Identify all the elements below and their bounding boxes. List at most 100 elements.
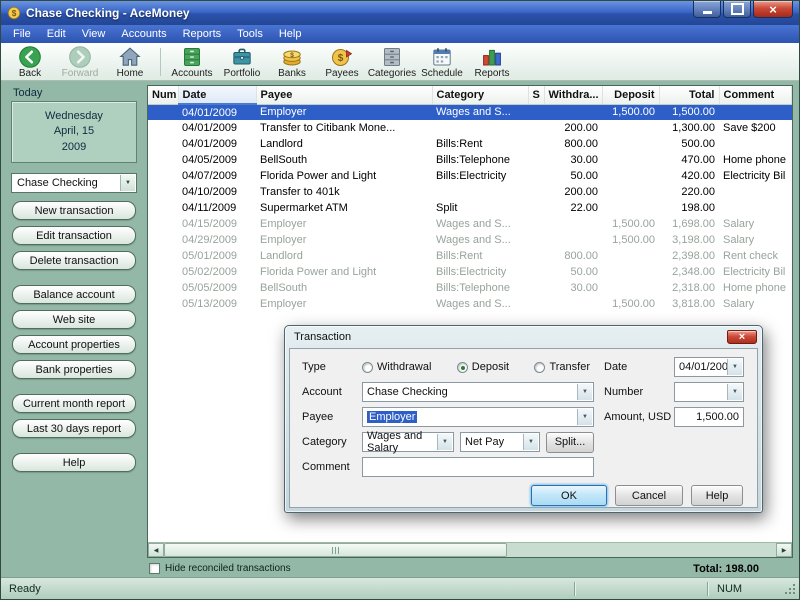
split-button[interactable]: Split...: [546, 432, 594, 453]
toolbar-categories[interactable]: Categories: [367, 44, 417, 80]
table-row[interactable]: 04/11/2009 Supermarket ATM Split 22.00 1…: [148, 200, 792, 216]
amount-input[interactable]: 1,500.00: [674, 407, 744, 427]
sidebar-button-bank-properties[interactable]: Bank properties: [12, 360, 136, 379]
table-row[interactable]: 04/01/2009 Employer Wages and S... 1,500…: [148, 104, 792, 120]
column-header-date[interactable]: Date: [178, 86, 256, 104]
menu-help[interactable]: Help: [271, 27, 310, 41]
cell-status: [528, 152, 544, 168]
table-row[interactable]: 05/13/2009 Employer Wages and S... 1,500…: [148, 296, 792, 312]
table-row[interactable]: 04/07/2009 Florida Power and Light Bills…: [148, 168, 792, 184]
minimize-button[interactable]: [693, 1, 721, 18]
table-row[interactable]: 05/02/2009 Florida Power and Light Bills…: [148, 264, 792, 280]
subcategory-combo[interactable]: Net Pay: [460, 432, 540, 452]
table-row[interactable]: 05/05/2009 BellSouth Bills:Telephone 30.…: [148, 280, 792, 296]
sidebar-button-account-properties[interactable]: Account properties: [12, 335, 136, 354]
menu-file[interactable]: File: [5, 27, 39, 41]
scrollbar-thumb[interactable]: [164, 543, 507, 557]
chevron-down-icon[interactable]: [727, 359, 742, 375]
today-weekday: Wednesday: [16, 109, 132, 124]
toolbar-back[interactable]: Back: [5, 44, 55, 80]
comment-input[interactable]: [362, 457, 594, 477]
scrollbar-track[interactable]: [164, 543, 776, 557]
cell-category: Wages and S...: [432, 232, 528, 248]
cell-total: 1,500.00: [659, 104, 719, 120]
table-row[interactable]: 04/10/2009 Transfer to 401k 200.00 220.0…: [148, 184, 792, 200]
sidebar-button-last-30-days-report[interactable]: Last 30 days report: [12, 419, 136, 438]
cell-category: Bills:Telephone: [432, 152, 528, 168]
account-selector[interactable]: Chase Checking: [11, 173, 137, 193]
dialog-title-bar[interactable]: Transaction: [285, 326, 762, 346]
column-header-comment[interactable]: Comment: [719, 86, 792, 104]
cell-withdrawal: 22.00: [544, 200, 602, 216]
resize-grip[interactable]: [781, 580, 799, 598]
radio-deposit[interactable]: Deposit: [457, 361, 509, 373]
column-header-withdrawal[interactable]: Withdra...: [544, 86, 602, 104]
cell-total: 2,398.00: [659, 248, 719, 264]
column-header-num[interactable]: Num: [148, 86, 178, 104]
chevron-down-icon[interactable]: [727, 384, 742, 400]
cell-payee: Florida Power and Light: [256, 264, 432, 280]
toolbar-home[interactable]: Home: [105, 44, 155, 80]
toolbar-portfolio[interactable]: Portfolio: [217, 44, 267, 80]
table-row[interactable]: 05/01/2009 Landlord Bills:Rent 800.00 2,…: [148, 248, 792, 264]
cell-withdrawal: 50.00: [544, 168, 602, 184]
radio-withdrawal[interactable]: Withdrawal: [362, 361, 431, 373]
menu-accounts[interactable]: Accounts: [113, 27, 174, 41]
sidebar-button-current-month-report[interactable]: Current month report: [12, 394, 136, 413]
toolbar-reports[interactable]: Reports: [467, 44, 517, 80]
hide-reconciled-checkbox[interactable]: [149, 563, 160, 574]
ok-button[interactable]: OK: [531, 485, 607, 506]
number-combo[interactable]: [674, 382, 744, 402]
table-row[interactable]: 04/05/2009 BellSouth Bills:Telephone 30.…: [148, 152, 792, 168]
column-header-category[interactable]: Category: [432, 86, 528, 104]
title-bar[interactable]: $ Chase Checking - AceMoney: [1, 1, 799, 25]
sidebar-button-help[interactable]: Help: [12, 453, 136, 472]
cell-status: [528, 280, 544, 296]
menu-tools[interactable]: Tools: [229, 27, 271, 41]
chevron-down-icon[interactable]: [577, 384, 592, 400]
table-row[interactable]: 04/01/2009 Transfer to Citibank Mone... …: [148, 120, 792, 136]
cell-withdrawal: 30.00: [544, 152, 602, 168]
toolbar-schedule[interactable]: Schedule: [417, 44, 467, 80]
payee-label: Payee: [302, 411, 362, 423]
cell-status: [528, 248, 544, 264]
cancel-button[interactable]: Cancel: [615, 485, 683, 506]
scroll-left-button[interactable]: [148, 543, 164, 557]
table-row[interactable]: 04/01/2009 Landlord Bills:Rent 800.00 50…: [148, 136, 792, 152]
toolbar-payees[interactable]: $ Payees: [317, 44, 367, 80]
menu-view[interactable]: View: [74, 27, 114, 41]
account-combo[interactable]: Chase Checking: [362, 382, 594, 402]
radio-transfer[interactable]: Transfer: [534, 361, 590, 373]
menu-edit[interactable]: Edit: [39, 27, 74, 41]
toolbar-banks[interactable]: $ Banks: [267, 44, 317, 80]
dialog-close-button[interactable]: [727, 330, 757, 344]
cell-date: 05/13/2009: [178, 296, 256, 312]
chevron-down-icon[interactable]: [120, 175, 135, 191]
menu-reports[interactable]: Reports: [175, 27, 230, 41]
category-combo[interactable]: Wages and Salary: [362, 432, 454, 452]
horizontal-scrollbar[interactable]: [148, 542, 792, 557]
column-header-deposit[interactable]: Deposit: [602, 86, 659, 104]
scroll-right-button[interactable]: [776, 543, 792, 557]
chevron-down-icon[interactable]: [577, 409, 592, 425]
help-button[interactable]: Help: [691, 485, 743, 506]
toolbar-accounts[interactable]: Accounts: [167, 44, 217, 80]
number-label: Number: [604, 386, 674, 398]
table-row[interactable]: 04/15/2009 Employer Wages and S... 1,500…: [148, 216, 792, 232]
sidebar-button-new-transaction[interactable]: New transaction: [12, 201, 136, 220]
chevron-down-icon[interactable]: [437, 434, 452, 450]
chevron-down-icon[interactable]: [523, 434, 538, 450]
close-button[interactable]: [753, 1, 793, 18]
column-header-payee[interactable]: Payee: [256, 86, 432, 104]
column-header-status[interactable]: S: [528, 86, 544, 104]
table-row[interactable]: 04/29/2009 Employer Wages and S... 1,500…: [148, 232, 792, 248]
column-header-total[interactable]: Total: [659, 86, 719, 104]
date-combo[interactable]: 04/01/2009: [674, 357, 744, 377]
sidebar-button-edit-transaction[interactable]: Edit transaction: [12, 226, 136, 245]
sidebar-button-web-site[interactable]: Web site: [12, 310, 136, 329]
payee-combo[interactable]: Employer: [362, 407, 594, 427]
sidebar-button-delete-transaction[interactable]: Delete transaction: [12, 251, 136, 270]
sidebar-button-balance-account[interactable]: Balance account: [12, 285, 136, 304]
toolbar-forward[interactable]: Forward: [55, 44, 105, 80]
maximize-button[interactable]: [723, 1, 751, 18]
